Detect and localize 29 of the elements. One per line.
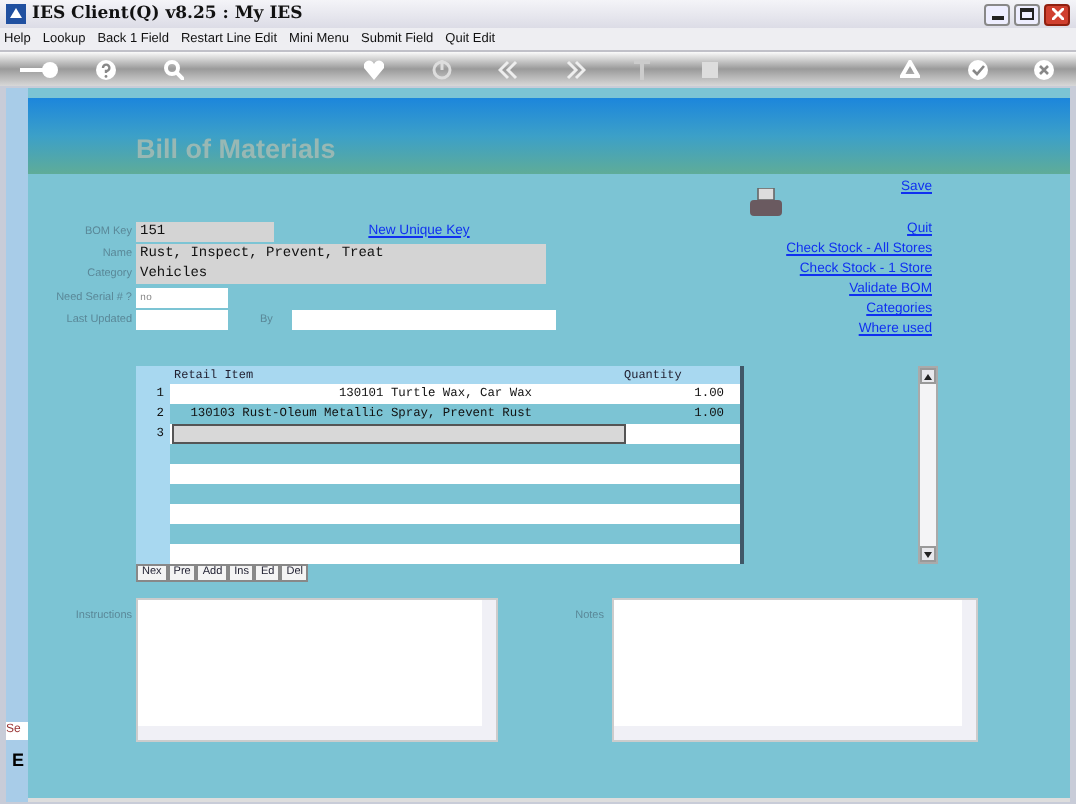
minimize-button[interactable] — [984, 3, 1010, 25]
close-button[interactable] — [1044, 3, 1070, 25]
scrollbar[interactable] — [918, 366, 938, 564]
input-field[interactable] — [136, 309, 228, 330]
input-field[interactable] — [172, 424, 626, 444]
key-icon[interactable] — [19, 59, 60, 79]
text-area[interactable] — [612, 598, 978, 742]
window-title: IES Client(Q) v8.25 : My IES — [32, 1, 303, 27]
check-icon[interactable] — [967, 59, 988, 79]
up-arrow-icon — [924, 373, 932, 379]
double-left-icon[interactable] — [498, 59, 519, 79]
page-title: Bill of Materials — [136, 136, 338, 163]
close-icon[interactable] — [1034, 59, 1055, 79]
close-icon — [1051, 8, 1063, 20]
help-icon[interactable] — [96, 59, 117, 79]
maximize-button[interactable] — [1014, 3, 1040, 25]
input-field[interactable] — [292, 309, 557, 330]
app-icon — [6, 4, 26, 24]
text-area[interactable] — [136, 598, 498, 742]
maximize-icon — [1020, 8, 1034, 20]
power-icon[interactable] — [431, 59, 452, 79]
down-arrow-icon — [924, 551, 932, 557]
search-icon[interactable] — [163, 59, 184, 79]
heart-icon[interactable] — [364, 59, 385, 79]
square-icon[interactable] — [699, 59, 720, 79]
double-right-icon[interactable] — [565, 59, 586, 79]
strip-text: E — [10, 747, 27, 773]
t-shape-icon[interactable] — [632, 59, 653, 79]
printer-icon[interactable] — [750, 188, 782, 216]
